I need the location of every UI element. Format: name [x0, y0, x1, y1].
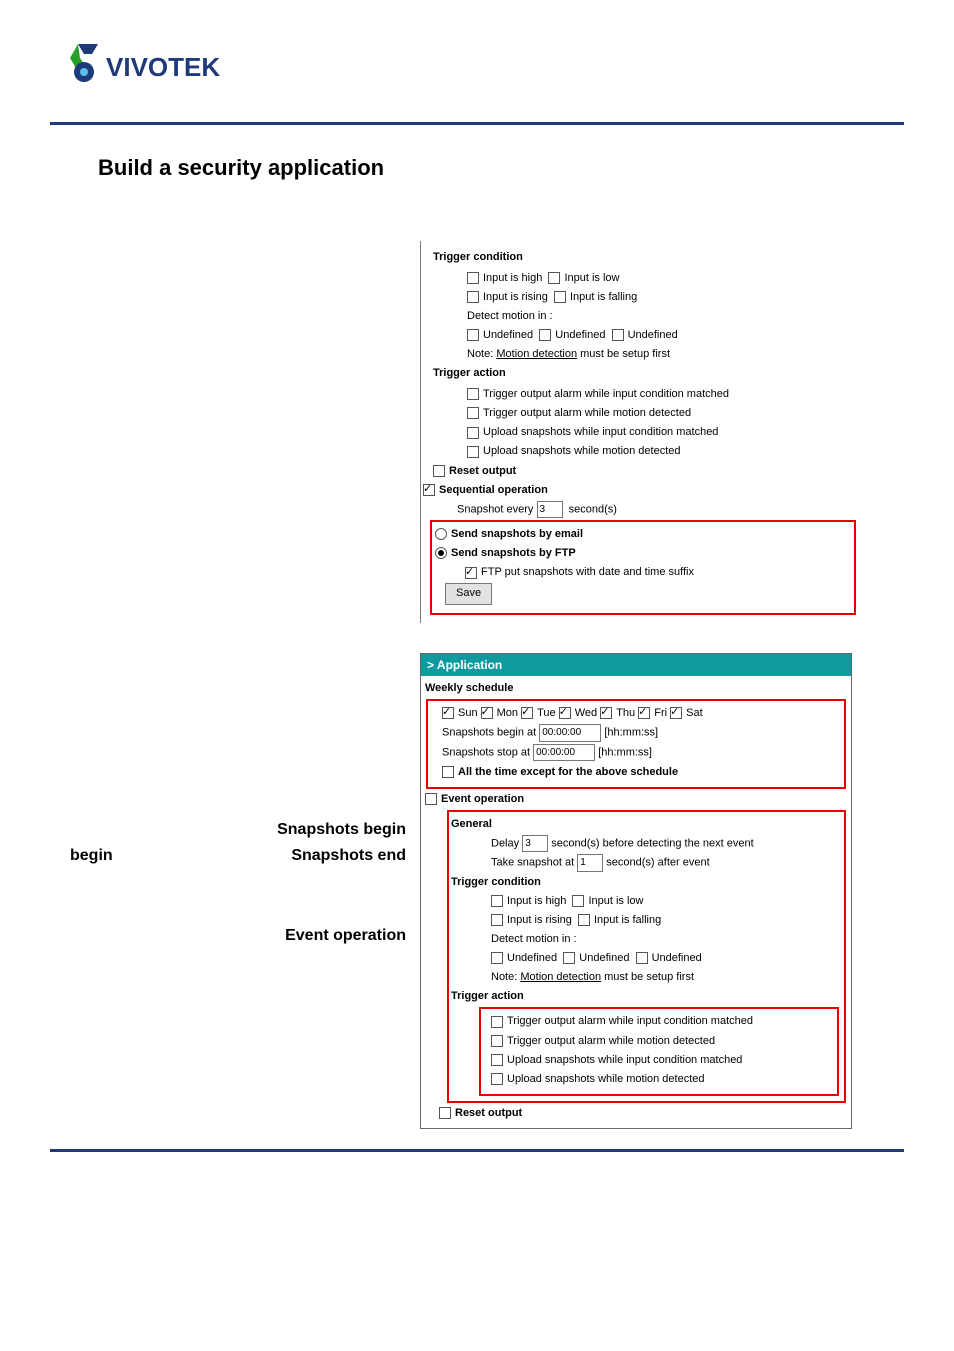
divider-top	[50, 122, 904, 125]
cb-sat[interactable]	[670, 707, 682, 719]
cb-undef2[interactable]	[539, 329, 551, 341]
snap-stop-input[interactable]: 00:00:00	[533, 744, 595, 762]
divider-bottom	[50, 1149, 904, 1152]
label-snapshots-end: Snapshots end	[291, 847, 406, 865]
trigger-action-head-2: Trigger action	[451, 988, 840, 1005]
label-snapshots-begin: Snapshots begin	[210, 821, 406, 839]
cb2-act4[interactable]	[491, 1073, 503, 1085]
cb2-input-rising[interactable]	[491, 914, 503, 926]
brand-text: VIVOTEK	[106, 52, 220, 82]
cb-ftp-suffix[interactable]	[465, 567, 477, 579]
radio-send-email[interactable]	[435, 528, 447, 540]
cb-thu[interactable]	[600, 707, 612, 719]
radio-send-ftp[interactable]	[435, 547, 447, 559]
trigger-action-head: Trigger action	[433, 365, 853, 382]
cb-act2[interactable]	[467, 407, 479, 419]
cb2-undef2[interactable]	[563, 952, 575, 964]
send-snapshots-frame: Send snapshots by email Send snapshots b…	[430, 520, 856, 614]
cb2-undef3[interactable]	[636, 952, 648, 964]
general-head: General	[451, 816, 840, 833]
page-title: Build a security application	[98, 155, 884, 181]
cb-event-op[interactable]	[425, 793, 437, 805]
snap-begin-input[interactable]: 00:00:00	[539, 724, 601, 742]
lbl-input-rising: Input is rising	[483, 291, 548, 303]
cb2-act3[interactable]	[491, 1054, 503, 1066]
label-event-operation: Event operation	[170, 927, 406, 945]
general-frame: General Delay 3 second(s) before detecti…	[447, 810, 846, 1103]
cb-input-falling[interactable]	[554, 291, 566, 303]
cb-seq-op[interactable]	[423, 484, 435, 496]
cb-undef3[interactable]	[612, 329, 624, 341]
cb-act4[interactable]	[467, 446, 479, 458]
cb-act1[interactable]	[467, 388, 479, 400]
lbl-input-falling: Input is falling	[570, 291, 637, 303]
cb-input-low[interactable]	[548, 272, 560, 284]
cb2-reset-output[interactable]	[439, 1107, 451, 1119]
trigger-condition-head-2: Trigger condition	[451, 874, 840, 891]
panel-application: > Application Weekly schedule Sun Mon Tu…	[420, 653, 852, 1129]
trigger-condition-head: Trigger condition	[433, 249, 853, 266]
cb-tue[interactable]	[521, 707, 533, 719]
cb2-act1[interactable]	[491, 1016, 503, 1028]
lbl-input-high: Input is high	[483, 272, 542, 284]
weekly-schedule-head: Weekly schedule	[425, 680, 847, 697]
motion-detection-link[interactable]: Motion detection	[496, 348, 577, 360]
brand-logo: VIVOTEK	[70, 40, 884, 92]
delay-input[interactable]: 3	[522, 835, 548, 853]
cb-undef1[interactable]	[467, 329, 479, 341]
cb-input-high[interactable]	[467, 272, 479, 284]
save-button[interactable]: Save	[445, 583, 492, 604]
motion-detection-link-2[interactable]: Motion detection	[520, 971, 601, 983]
cb2-input-falling[interactable]	[578, 914, 590, 926]
cb-mon[interactable]	[481, 707, 493, 719]
cb2-input-high[interactable]	[491, 895, 503, 907]
cb-act3[interactable]	[467, 427, 479, 439]
lbl-detect-motion: Detect motion in :	[467, 308, 853, 325]
label-begin: begin	[70, 847, 113, 865]
cb-sun[interactable]	[442, 707, 454, 719]
cb-wed[interactable]	[559, 707, 571, 719]
note-line: Note: Motion detection must be setup fir…	[467, 346, 853, 363]
cb-reset-output[interactable]	[433, 465, 445, 477]
cb2-undef1[interactable]	[491, 952, 503, 964]
take-snap-input[interactable]: 1	[577, 854, 603, 872]
cb-all-time-except[interactable]	[442, 766, 454, 778]
trigger-action-frame: Trigger output alarm while input conditi…	[479, 1007, 839, 1095]
cb-fri[interactable]	[638, 707, 650, 719]
weekly-schedule-frame: Sun Mon Tue Wed Thu Fri Sat Snapshots be…	[426, 699, 846, 789]
cb2-act2[interactable]	[491, 1035, 503, 1047]
lbl-input-low: Input is low	[564, 272, 619, 284]
panel-top: Trigger condition Input is high Input is…	[420, 241, 859, 623]
application-header: > Application	[421, 654, 851, 677]
cb-input-rising[interactable]	[467, 291, 479, 303]
cb2-input-low[interactable]	[572, 895, 584, 907]
snapshot-interval-input[interactable]: 3	[537, 501, 563, 519]
